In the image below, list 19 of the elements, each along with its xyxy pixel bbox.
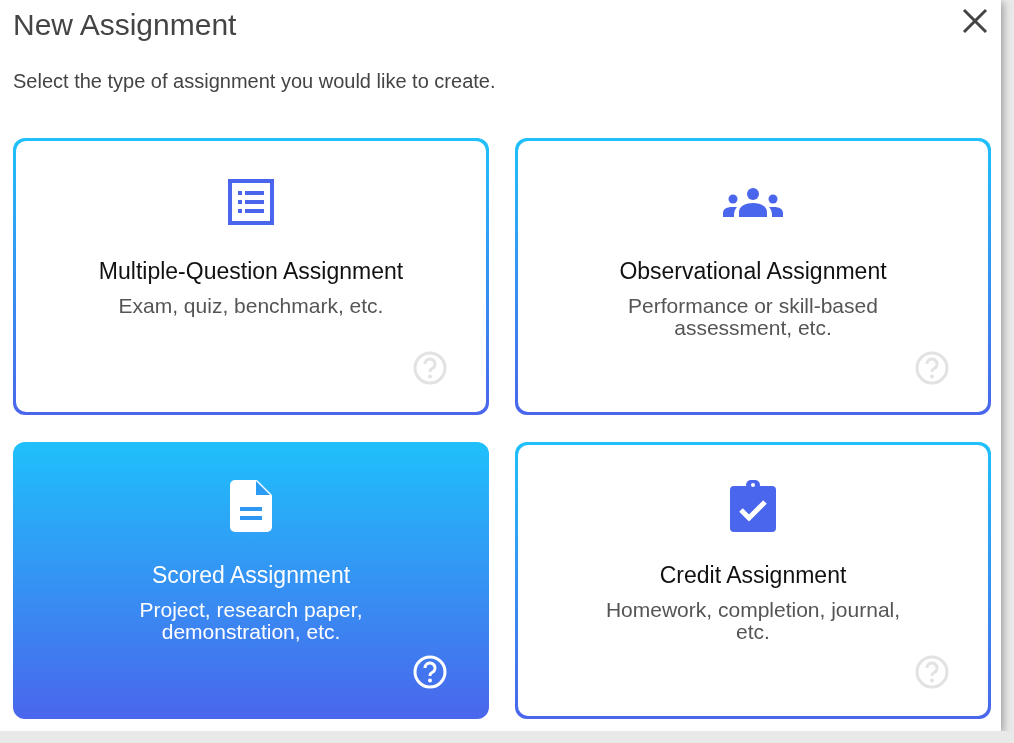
assignment-type-card[interactable]: Observational Assignment Performance or skill-based assessment, etc. xyxy=(515,138,991,415)
people-icon xyxy=(723,187,783,217)
card-description: Performance or skill-based assessment, etc. xyxy=(627,295,879,339)
card-title: Observational Assignment xyxy=(618,258,888,285)
assignment-type-card[interactable]: Credit Assignment Homework, completion, journal, etc. xyxy=(515,442,991,719)
card-title: Multiple-Question Assignment xyxy=(97,258,405,285)
document-icon xyxy=(230,480,272,532)
dialog-subtitle: Select the type of assignment you would like to create. xyxy=(13,70,497,93)
card-description: Exam, quiz, benchmark, etc. xyxy=(118,295,384,317)
card-title: Credit Assignment xyxy=(658,562,848,589)
close-button[interactable] xyxy=(960,6,990,36)
assignment-type-card[interactable]: Multiple-Question Assignment Exam, quiz, benchmark, etc. xyxy=(13,138,489,415)
card-description: Homework, completion, journal, etc. xyxy=(604,599,902,643)
card-title: Scored Assignment xyxy=(150,562,352,589)
assignment-type-card[interactable]: Scored Assignment Project, research paper, demonstration, etc. xyxy=(13,442,489,719)
clipboard-check-icon xyxy=(730,480,776,532)
card-description: Project, research paper, demonstration, etc. xyxy=(138,599,364,643)
list-icon xyxy=(228,179,274,225)
dialog-title: New Assignment xyxy=(13,7,237,43)
